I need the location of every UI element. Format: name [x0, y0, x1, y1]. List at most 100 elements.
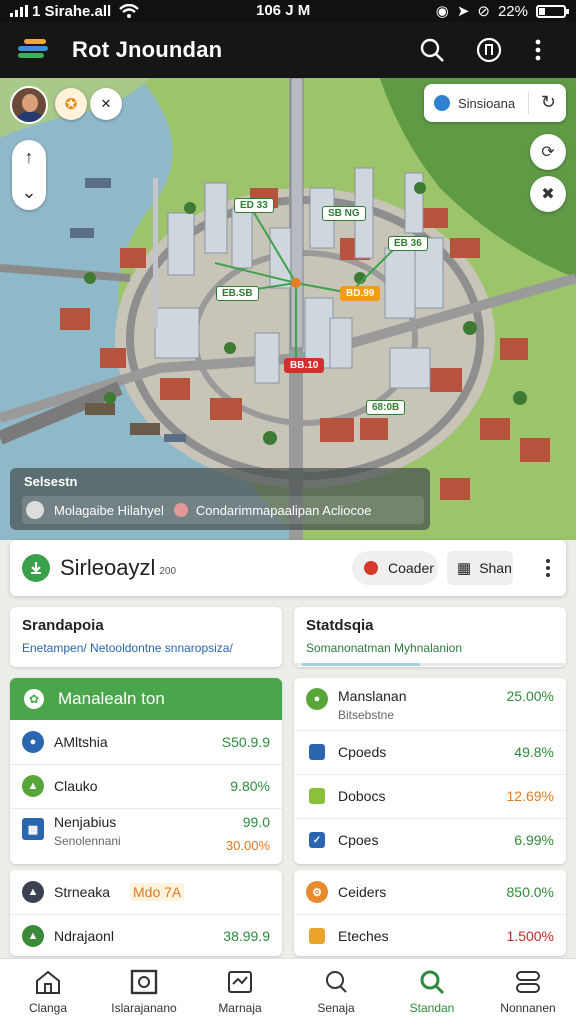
management-card: ✿ Manalealn ton ● AMltshia S50.9.9 ▲ Cla… [10, 678, 282, 864]
cancel-button[interactable]: Coader [352, 551, 438, 585]
project-menu-button[interactable] [536, 553, 560, 583]
map-search-pill[interactable]: Sinsioana ↻ [424, 84, 566, 122]
list-item-label: Strneaka [54, 884, 111, 900]
mute-icon: ⊘ [477, 3, 490, 20]
management-title: Manalealn ton [58, 689, 165, 708]
legend-row: Molagaibe Hilahyel Condarimmapaalipan Ac… [22, 496, 424, 524]
user-avatar[interactable] [10, 86, 48, 124]
nav-item-home[interactable]: Clanga [0, 959, 96, 1024]
map-frame-icon [130, 969, 158, 994]
list-item-label: Dobocs [338, 788, 386, 804]
app-bar: Rot Jnoundan [0, 22, 576, 78]
list-item-label: AMltshia [54, 734, 108, 750]
list-item-value: 850.0% [506, 884, 554, 900]
list-item[interactable]: ⚙ Ceiders 850.0% [294, 870, 566, 914]
summary-card: ⚙ Ceiders 850.0% Eteches 1.500% [294, 870, 566, 956]
search-icon [420, 38, 444, 62]
nav-item-reports[interactable]: Marnaja [192, 959, 288, 1024]
standard-card[interactable]: Srandapoia Enetampen/ Netooldontne snnar… [10, 607, 282, 667]
list-item-label: Eteches [338, 928, 389, 944]
close-icon: ✕ [100, 96, 112, 111]
list-item-value-secondary: 30.00% [225, 838, 270, 853]
level-up-icon[interactable]: ↑ [25, 147, 34, 168]
project-card: Sirleoayzl 200 Coader ▦ Shan [10, 540, 566, 596]
map-label[interactable]: SB NG [322, 206, 366, 221]
map-label[interactable]: 68:0B [366, 400, 406, 415]
recenter-button[interactable]: ⟳ [530, 134, 566, 170]
map-label[interactable]: EB.SB [216, 286, 259, 301]
list-item[interactable]: Eteches 1.500% [294, 914, 566, 958]
overflow-menu-button[interactable] [526, 32, 550, 68]
download-icon [22, 554, 50, 582]
status-time: 106 J M [256, 2, 311, 19]
list-item-label: Cpoeds [338, 744, 387, 760]
list-item[interactable]: ● AMltshia S50.9.9 [10, 720, 282, 764]
close-chip[interactable]: ✕ [90, 88, 122, 120]
cancel-label: Coader [388, 560, 434, 576]
nav-label: Nonnanen [500, 1000, 556, 1015]
square-icon [309, 788, 325, 804]
report-icon [228, 970, 252, 993]
legend-item: Condarimmapaalipan Acliocoe [195, 502, 372, 518]
list-item-label: Clauko [54, 778, 98, 794]
map-pin-icon: ● [306, 688, 328, 710]
map-label[interactable]: ED 33 [234, 198, 274, 213]
nav-label: Islarajanano [111, 1000, 177, 1015]
building-icon: ▦ [22, 818, 44, 840]
share-label: Shan [479, 560, 512, 576]
wifi-icon [119, 4, 140, 18]
city-map[interactable]: ✪ ✕ ↑ ⌄ Sinsioana ↻ ⟳ ✖ ED 33 SB NG EB 3… [0, 78, 576, 540]
signal-icon [10, 5, 28, 17]
nav-item-map[interactable]: Islarajanano [96, 959, 192, 1024]
pill-divider [528, 92, 529, 114]
app-logo-icon [18, 39, 48, 61]
sync-icon: ⟳ [541, 144, 555, 161]
list-item[interactable]: ▲ Clauko 9.80% [10, 764, 282, 808]
summary-card: ▲ Strneaka Mdo 7A ▲ Ndrajaonl 38.99.9 [10, 870, 282, 956]
refresh-icon[interactable]: ↻ [541, 92, 556, 113]
list-item[interactable]: Cpoeds 49.8% [294, 730, 566, 774]
project-name: Sirleoayzl [60, 555, 156, 580]
nav-item-search[interactable]: Senaja [288, 959, 384, 1024]
list-item-label: Nenjabius [54, 814, 117, 830]
gear-icon: ⚙ [306, 881, 328, 903]
map-label[interactable]: EB 36 [388, 236, 428, 251]
list-item[interactable]: ● Manslanan Bitsebstne 25.00% [294, 678, 566, 730]
card-title: Srandapoia [22, 617, 104, 634]
statistics-card[interactable]: Statdsqia Somanonatman Myhnalanion [294, 607, 566, 667]
battery-icon [536, 4, 569, 18]
list-item[interactable]: ✓ Cpoes 6.99% [294, 818, 566, 862]
project-tag: 200 [159, 565, 177, 577]
square-icon [309, 928, 325, 944]
leaf-icon: ▲ [22, 925, 44, 947]
tools-button[interactable]: ✖ [530, 176, 566, 212]
search-button[interactable] [414, 32, 450, 68]
user-icon: ● [22, 731, 44, 753]
status-badge: Mdo 7A [130, 883, 185, 901]
map-label-warning[interactable]: BD.99 [340, 286, 381, 301]
map-search-label: Sinsioana [458, 95, 516, 111]
map-label-alert[interactable]: BB.10 [284, 358, 325, 373]
filter-button[interactable] [471, 32, 507, 68]
book-icon: ▦ [457, 560, 472, 577]
nav-item-menu[interactable]: Nonnanen [480, 959, 576, 1024]
award-chip[interactable]: ✪ [55, 88, 87, 120]
management-header[interactable]: ✿ Manalealn ton [10, 678, 282, 720]
legend-dot-icon [26, 501, 44, 519]
location-pin-icon [434, 95, 450, 111]
list-item-value: 49.8% [514, 744, 554, 760]
list-item[interactable]: ▲ Strneaka Mdo 7A [10, 870, 282, 914]
nav-item-standard[interactable]: Standan [384, 959, 480, 1024]
list-item-value: 9.80% [230, 778, 270, 794]
list-item[interactable]: Dobocs 12.69% [294, 774, 566, 818]
card-subtitle: Somanonatman Myhnalanion [306, 641, 463, 655]
list-item-value: 25.00% [506, 688, 554, 704]
list-item[interactable]: ▲ Ndrajaonl 38.99.9 [10, 914, 282, 958]
list-item[interactable]: ▦ Nenjabius 99.0 Senolennani 30.00% [10, 808, 282, 864]
card-subtitle: Enetampen/ Netooldontne snnaropsiza/ [22, 641, 233, 655]
legend-title: Selsestn [24, 474, 78, 489]
list-item-value: S50.9.9 [221, 734, 270, 750]
chevron-down-icon[interactable]: ⌄ [21, 182, 36, 203]
share-button[interactable]: ▦ Shan [447, 551, 513, 585]
filter-icon [476, 37, 502, 63]
